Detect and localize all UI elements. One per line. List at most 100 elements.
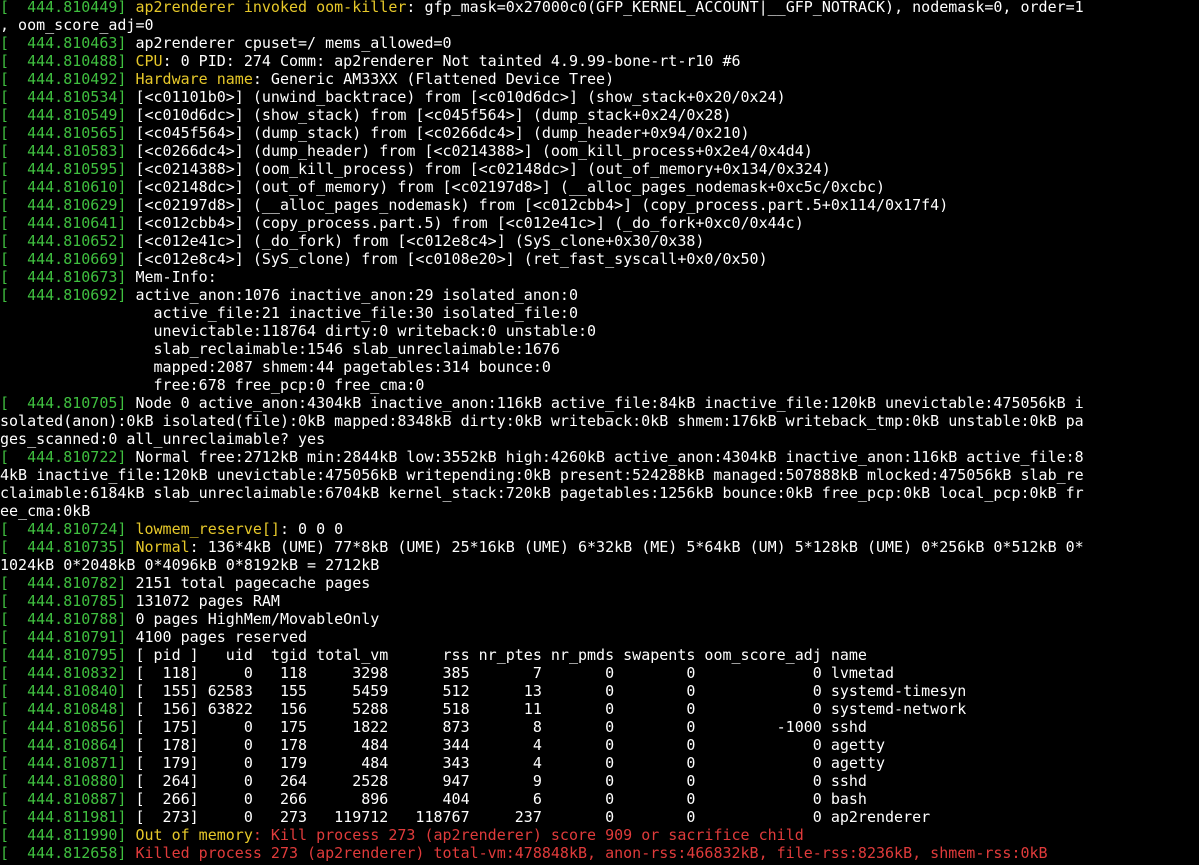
log-timestamp: [ 444.810673] xyxy=(0,268,136,286)
log-text: lowmem_reserve[] xyxy=(135,520,280,538)
log-line: free:678 free_pcp:0 free_cma:0 xyxy=(0,376,425,394)
log-line: [ 444.810848] [ 156] 63822 156 5288 518 … xyxy=(0,700,966,718)
log-timestamp: [ 444.810848] xyxy=(0,700,136,718)
log-timestamp: [ 444.810488] xyxy=(0,52,136,70)
log-text: Killed process 273 (ap2renderer) total-v… xyxy=(135,844,1048,862)
log-line: [ 444.810595] [<c0214388>] (oom_kill_pro… xyxy=(0,160,831,178)
log-text: 4kB inactive_file:120kB unevictable:4750… xyxy=(0,466,1084,484)
log-line: [ 444.810705] Node 0 active_anon:4304kB … xyxy=(0,394,1084,412)
log-text: slab_reclaimable:1546 slab_unreclaimable… xyxy=(144,340,560,358)
log-line: [ 444.810880] [ 264] 0 264 2528 947 9 0 … xyxy=(0,772,867,790)
log-text: [<c0214388>] (oom_kill_process) from [<c… xyxy=(135,160,831,178)
log-text: unevictable:118764 dirty:0 writeback:0 u… xyxy=(144,322,597,340)
log-timestamp: [ 444.810534] xyxy=(0,88,136,106)
log-line: [ 444.810871] [ 179] 0 179 484 343 4 0 0… xyxy=(0,754,885,772)
log-text: [<c02197d8>] (__alloc_pages_nodemask) fr… xyxy=(135,196,949,214)
log-text: [<c012e8c4>] (SyS_clone) from [<c0108e20… xyxy=(135,250,768,268)
log-timestamp: [ 444.811990] xyxy=(0,826,136,844)
log-text: : Kill process 273 (ap2renderer) score 9… xyxy=(252,826,804,844)
log-text: active_file:21 inactive_file:30 isolated… xyxy=(144,304,578,322)
log-timestamp: [ 444.810492] xyxy=(0,70,136,88)
log-timestamp: [ 444.812658] xyxy=(0,844,136,862)
log-text: [<c02148dc>] (out_of_memory) from [<c021… xyxy=(135,178,886,196)
log-timestamp: [ 444.810856] xyxy=(0,718,136,736)
log-line: [ 444.810864] [ 178] 0 178 484 344 4 0 0… xyxy=(0,736,885,754)
log-text: ap2renderer invoked oom-killer xyxy=(135,0,407,16)
log-timestamp: [ 444.810782] xyxy=(0,574,136,592)
log-text: Mem-Info: xyxy=(135,268,217,286)
log-text: 2151 total pagecache pages xyxy=(135,574,371,592)
log-text: [<c0266dc4>] (dump_header) from [<c02143… xyxy=(135,142,813,160)
log-line: [ 444.810610] [<c02148dc>] (out_of_memor… xyxy=(0,178,885,196)
log-line: [ 444.810669] [<c012e8c4>] (SyS_clone) f… xyxy=(0,250,768,268)
log-text: [ 155] 62583 155 5459 512 13 0 0 0 syste… xyxy=(135,682,967,700)
log-line: ges_scanned:0 all_unreclaimable? yes xyxy=(0,430,325,448)
log-text: 131072 pages RAM xyxy=(135,592,280,610)
log-text: [ 273] 0 273 119712 118767 237 0 0 0 ap2… xyxy=(135,808,931,826)
log-timestamp: [ 444.810463] xyxy=(0,34,136,52)
log-line: [ 444.811981] [ 273] 0 273 119712 118767… xyxy=(0,808,930,826)
log-timestamp: [ 444.810610] xyxy=(0,178,136,196)
log-text: Node 0 active_anon:4304kB inactive_anon:… xyxy=(135,394,1084,412)
log-timestamp: [ 444.810549] xyxy=(0,106,136,124)
log-timestamp: [ 444.810795] xyxy=(0,646,136,664)
log-text: [<c012cbb4>] (copy_process.part.5) from … xyxy=(135,214,804,232)
log-timestamp: [ 444.810722] xyxy=(0,448,136,466)
log-line: [ 444.810692] active_anon:1076 inactive_… xyxy=(0,286,578,304)
log-timestamp: [ 444.810788] xyxy=(0,610,136,628)
log-text: [<c012e41c>] (_do_fork) from [<c012e8c4>… xyxy=(135,232,705,250)
log-line: [ 444.810724] lowmem_reserve[]: 0 0 0 xyxy=(0,520,343,538)
log-line: [ 444.810832] [ 118] 0 118 3298 385 7 0 … xyxy=(0,664,894,682)
log-text: [ 175] 0 175 1822 873 8 0 0 -1000 sshd xyxy=(135,718,867,736)
log-line: [ 444.810565] [<c045f564>] (dump_stack) … xyxy=(0,124,750,142)
log-line: [ 444.810887] [ 266] 0 266 896 404 6 0 0… xyxy=(0,790,867,808)
log-line: [ 444.810791] 4100 pages reserved xyxy=(0,628,307,646)
log-line: [ 444.810856] [ 175] 0 175 1822 873 8 0 … xyxy=(0,718,867,736)
log-line: [ 444.810788] 0 pages HighMem/MovableOnl… xyxy=(0,610,379,628)
log-line: [ 444.810785] 131072 pages RAM xyxy=(0,592,280,610)
log-text: [<c01101b0>] (unwind_backtrace) from [<c… xyxy=(135,88,786,106)
log-timestamp: [ 444.810583] xyxy=(0,142,136,160)
log-line: [ 444.810549] [<c010d6dc>] (show_stack) … xyxy=(0,106,732,124)
log-timestamp: [ 444.810692] xyxy=(0,286,136,304)
log-timestamp: [ 444.810887] xyxy=(0,790,136,808)
log-line: [ 444.810629] [<c02197d8>] (__alloc_page… xyxy=(0,196,948,214)
log-text: : gfp_mask=0x27000c0(GFP_KERNEL_ACCOUNT|… xyxy=(406,0,1084,16)
log-timestamp: [ 444.810565] xyxy=(0,124,136,142)
log-line: [ 444.810795] [ pid ] uid tgid total_vm … xyxy=(0,646,867,664)
log-line: , oom_score_adj=0 xyxy=(0,16,154,34)
log-timestamp: [ 444.810871] xyxy=(0,754,136,772)
log-timestamp: [ 444.810449] xyxy=(0,0,136,16)
log-text: [<c010d6dc>] (show_stack) from [<c045f56… xyxy=(135,106,732,124)
log-text: [ 178] 0 178 484 344 4 0 0 0 agetty xyxy=(135,736,886,754)
terminal-output: [ 444.810449] ap2renderer invoked oom-ki… xyxy=(0,0,1199,865)
log-text: : 0 PID: 274 Comm: ap2renderer Not taint… xyxy=(162,52,741,70)
log-line: [ 444.810641] [<c012cbb4>] (copy_process… xyxy=(0,214,804,232)
log-text: 0 pages HighMem/MovableOnly xyxy=(135,610,380,628)
log-text: 4100 pages reserved xyxy=(135,628,308,646)
log-text: claimable:6184kB slab_unreclaimable:6704… xyxy=(0,484,1084,502)
log-text: : 0 0 0 xyxy=(279,520,344,538)
log-timestamp: [ 444.810785] xyxy=(0,592,136,610)
log-line: [ 444.810534] [<c01101b0>] (unwind_backt… xyxy=(0,88,786,106)
log-text: [ 266] 0 266 896 404 6 0 0 0 bash xyxy=(135,790,867,808)
log-text: 1024kB 0*2048kB 0*4096kB 0*8192kB = 2712… xyxy=(0,556,380,574)
log-line: [ 444.810652] [<c012e41c>] (_do_fork) fr… xyxy=(0,232,704,250)
log-line: active_file:21 inactive_file:30 isolated… xyxy=(0,304,578,322)
log-line: [ 444.811990] Out of memory: Kill proces… xyxy=(0,826,804,844)
log-timestamp: [ 444.810791] xyxy=(0,628,136,646)
log-timestamp: [ 444.810595] xyxy=(0,160,136,178)
log-text: [ pid ] uid tgid total_vm rss nr_ptes nr… xyxy=(135,646,867,664)
log-text: mapped:2087 shmem:44 pagetables:314 boun… xyxy=(144,358,551,376)
log-text: Normal free:2712kB min:2844kB low:3552kB… xyxy=(135,448,1084,466)
log-text: ap2renderer cpuset=/ mems_allowed=0 xyxy=(135,34,452,52)
log-timestamp: [ 444.810652] xyxy=(0,232,136,250)
log-line: unevictable:118764 dirty:0 writeback:0 u… xyxy=(0,322,597,340)
log-text: free:678 free_pcp:0 free_cma:0 xyxy=(144,376,425,394)
log-timestamp: [ 444.810880] xyxy=(0,772,136,790)
log-line: [ 444.810735] Normal: 136*4kB (UME) 77*8… xyxy=(0,538,1084,556)
